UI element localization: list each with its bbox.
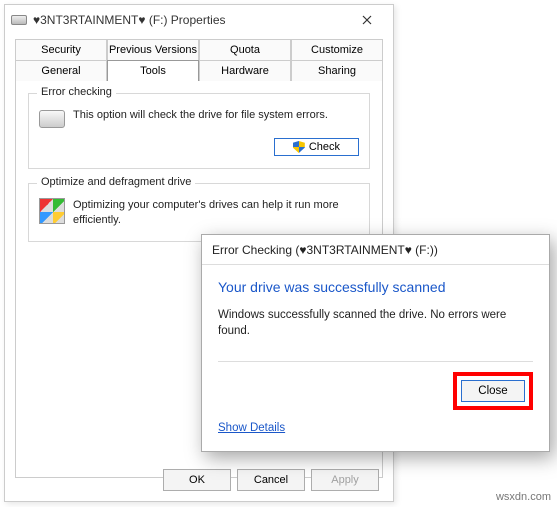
- disk-drive-icon: [39, 110, 65, 128]
- check-button-label: Check: [309, 141, 340, 153]
- optimize-group: Optimize and defragment drive Optimizing…: [28, 183, 370, 242]
- error-checking-result-dialog: Error Checking (♥3NT3RTAINMENT♥ (F:)) Yo…: [201, 234, 550, 452]
- ec-dialog-title[interactable]: Error Checking (♥3NT3RTAINMENT♥ (F:)): [202, 235, 549, 265]
- optimize-desc: Optimizing your computer's drives can he…: [73, 198, 359, 229]
- dialog-buttons: OK Cancel Apply: [163, 469, 379, 491]
- tab-quota[interactable]: Quota: [199, 39, 291, 60]
- watermark: wsxdn.com: [496, 491, 551, 503]
- tab-security[interactable]: Security: [15, 39, 107, 60]
- error-checking-group: Error checking This option will check th…: [28, 93, 370, 169]
- tab-tools[interactable]: Tools: [107, 60, 199, 81]
- tab-previous-versions[interactable]: Previous Versions: [107, 39, 199, 60]
- tab-general[interactable]: General: [15, 60, 107, 81]
- drive-icon: [11, 15, 27, 25]
- ec-message: Windows successfully scanned the drive. …: [218, 307, 533, 339]
- error-checking-desc: This option will check the drive for fil…: [73, 108, 328, 128]
- uac-shield-icon: [293, 141, 305, 153]
- close-icon: [362, 15, 372, 25]
- error-checking-title: Error checking: [37, 86, 116, 98]
- tab-hardware[interactable]: Hardware: [199, 60, 291, 81]
- close-button-highlight: Close: [453, 372, 533, 410]
- ec-heading: Your drive was successfully scanned: [218, 279, 533, 295]
- show-details-link[interactable]: Show Details: [218, 422, 285, 434]
- apply-button[interactable]: Apply: [311, 469, 379, 491]
- ec-close-button[interactable]: Close: [461, 380, 525, 402]
- ok-button[interactable]: OK: [163, 469, 231, 491]
- cancel-button[interactable]: Cancel: [237, 469, 305, 491]
- window-title: ♥3NT3RTAINMENT♥ (F:) Properties: [33, 13, 347, 27]
- defrag-icon: [39, 198, 65, 224]
- title-bar[interactable]: ♥3NT3RTAINMENT♥ (F:) Properties: [5, 5, 393, 35]
- tab-sharing[interactable]: Sharing: [291, 60, 383, 81]
- check-button[interactable]: Check: [274, 138, 359, 156]
- window-close-button[interactable]: [347, 5, 387, 35]
- tab-customize[interactable]: Customize: [291, 39, 383, 60]
- optimize-title: Optimize and defragment drive: [37, 176, 195, 188]
